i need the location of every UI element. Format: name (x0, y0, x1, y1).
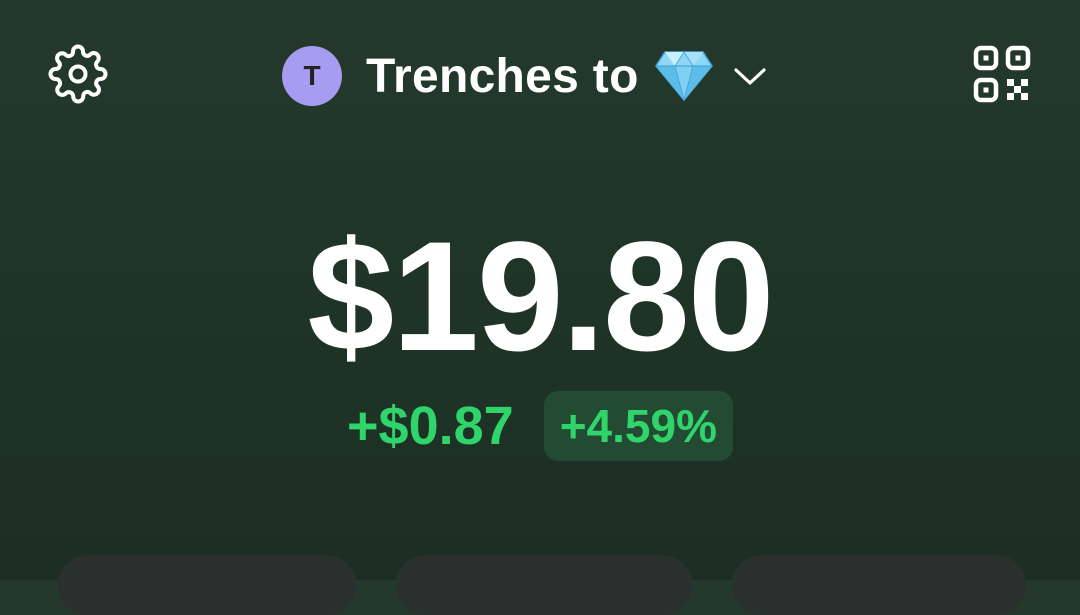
change-percent-badge: +4.59% (543, 391, 733, 461)
action-button[interactable] (396, 555, 692, 615)
change-amount: +$0.87 (347, 396, 514, 456)
chevron-down-icon (731, 63, 769, 89)
gem-icon (654, 50, 713, 102)
avatar: T (282, 46, 342, 106)
action-button[interactable] (732, 555, 1026, 615)
account-name: Trenches to (366, 49, 639, 103)
balance-change: +$0.87 +4.59% (0, 390, 1080, 462)
qr-code-icon (973, 45, 1031, 103)
settings-button[interactable] (44, 40, 112, 108)
portfolio-balance: $19.80 (307, 210, 774, 384)
qr-code-button[interactable] (966, 40, 1038, 108)
action-button[interactable] (58, 555, 356, 615)
top-bar: T Trenches to (0, 0, 1080, 150)
action-buttons-row (0, 555, 1080, 615)
gear-icon (48, 44, 108, 104)
account-switcher[interactable]: T Trenches to (282, 45, 769, 107)
